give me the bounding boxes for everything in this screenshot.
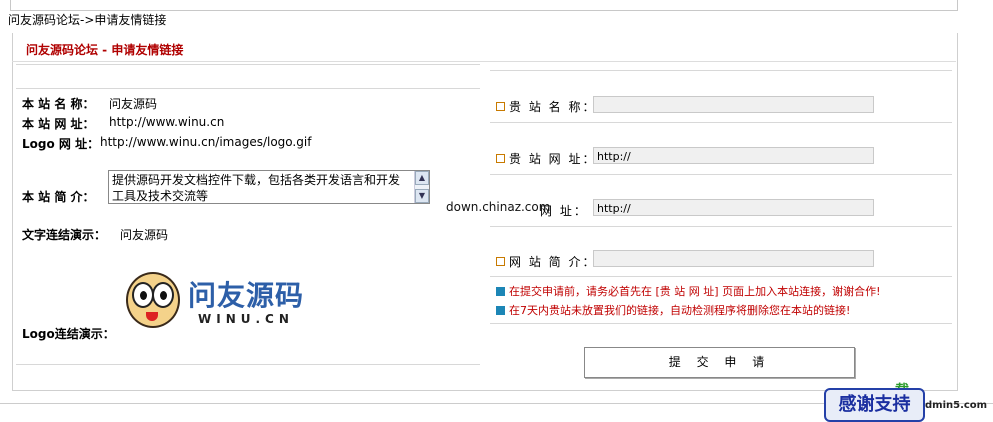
logo-eye-left (132, 282, 154, 308)
textarea-scrollbar[interactable]: ▲ ▼ (414, 171, 429, 203)
divider (16, 64, 480, 65)
your-site-intro-label: 网 站 简 介： (496, 253, 596, 270)
divider (490, 323, 952, 324)
panel-header: 问友源码论坛 - 申请友情链接 (12, 33, 956, 62)
your-site-name-label: 贵 站 名 称： (496, 98, 596, 115)
site-intro-text: 提供源码开发文档控件下载，包括各类开发语言和开发工具及技术交流等 (112, 173, 401, 203)
top-bar-frame (10, 0, 958, 11)
top-bar (0, 0, 993, 11)
divider (490, 70, 952, 71)
divider (490, 122, 952, 123)
checkbox-icon (496, 154, 505, 163)
logo-pupil-left (140, 291, 147, 300)
scroll-up-icon[interactable]: ▲ (415, 171, 429, 185)
site-url-value: http://www.winu.cn (109, 115, 225, 129)
bullet-icon (496, 306, 505, 315)
site-logo[interactable]: 问友源码 WINU.CN (126, 272, 316, 332)
corner-domain: dmin5.com (925, 400, 988, 411)
logo-cn-text: 问友源码 (188, 279, 305, 312)
divider (490, 276, 952, 277)
checkbox-icon (496, 257, 505, 266)
your-site-url-label: 贵 站 网 址： (496, 150, 596, 167)
logo-url-label: Logo 网 址： (22, 137, 100, 151)
site-intro-label: 本 站 简 介： (22, 190, 95, 204)
logo-en-text: WINU.CN (198, 312, 294, 326)
site-url-label: 本 站 网 址： (22, 117, 95, 131)
logo-link-label: Logo连结演示： (22, 327, 115, 341)
bullet-icon (496, 287, 505, 296)
scroll-down-icon[interactable]: ▼ (415, 189, 429, 203)
your-site-url-input[interactable]: http:// (593, 147, 874, 164)
site-name-value: 问友源码 (109, 97, 158, 111)
notice-2: 在7天内贵站未放置我们的链接，自动检测程序将删除您在本站的链接! (496, 302, 850, 318)
divider (16, 88, 480, 89)
text-link-value[interactable]: 问友源码 (120, 226, 168, 243)
logo-tongue (146, 312, 158, 321)
breadcrumb[interactable]: 问友源码论坛->申请友情链接 (8, 11, 166, 28)
submit-button[interactable]: 提 交 申 请 (584, 347, 855, 378)
logo-url-value: http://www.winu.cn/images/logo.gif (100, 135, 312, 149)
panel-title: 问友源码论坛 - 申请友情链接 (26, 43, 184, 57)
notice-1: 在提交申请前，请务必首先在 [贵 站 网 址] 页面上加入本站连接，谢谢合作! (496, 283, 880, 299)
divider (16, 364, 480, 365)
text-link-label: 文字连结演示： (22, 228, 107, 242)
logo-pupil-right (160, 291, 167, 300)
your-site-intro-input[interactable] (593, 250, 874, 267)
watermark-text: down.chinaz.com (446, 200, 551, 214)
logo-eye-right (152, 282, 174, 308)
checkbox-icon (496, 102, 505, 111)
divider (490, 226, 952, 227)
your-logo-url-input[interactable]: http:// (593, 199, 874, 216)
logo-mascot-icon (126, 272, 180, 328)
your-site-name-input[interactable] (593, 96, 874, 113)
divider (490, 174, 952, 175)
site-name-label: 本 站 名 称： (22, 97, 95, 111)
site-intro-textarea[interactable]: 提供源码开发文档控件下载，包括各类开发语言和开发工具及技术交流等 ▲ ▼ (108, 170, 430, 204)
